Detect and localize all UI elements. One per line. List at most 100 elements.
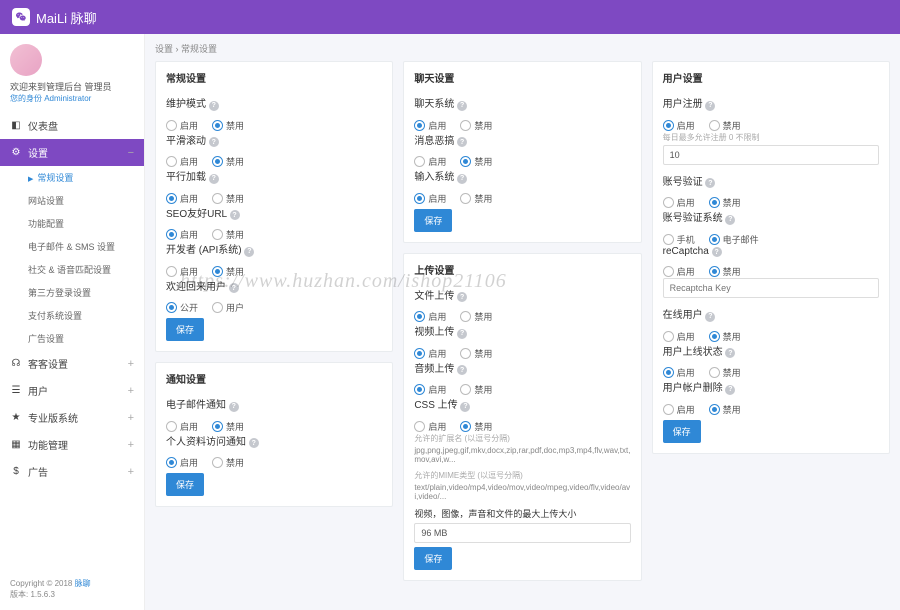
radio-on[interactable]: 启用 bbox=[663, 119, 695, 132]
help-icon[interactable]: ? bbox=[725, 348, 735, 358]
user-block: 欢迎来到管理后台 管理员 您的身份 Administrator bbox=[0, 34, 144, 112]
radio-off[interactable]: 用户 bbox=[212, 301, 244, 314]
subnav-general[interactable]: 常规设置 bbox=[0, 166, 144, 189]
help-icon[interactable]: ? bbox=[457, 365, 467, 375]
help-icon[interactable]: ? bbox=[229, 283, 239, 293]
help-icon[interactable]: ? bbox=[457, 329, 467, 339]
limit-input[interactable] bbox=[663, 145, 879, 165]
radio-on[interactable]: 启用 bbox=[663, 403, 695, 416]
radio-on[interactable]: 手机 bbox=[663, 233, 695, 246]
radio-on[interactable]: 启用 bbox=[663, 196, 695, 209]
upload-size-select[interactable]: 96 MB bbox=[414, 523, 630, 543]
save-button[interactable]: 保存 bbox=[414, 547, 452, 570]
radio-on[interactable]: 启用 bbox=[414, 119, 446, 132]
radio-off[interactable]: 禁用 bbox=[709, 265, 741, 278]
setting-row: 视频上传 ? bbox=[414, 323, 630, 339]
help-icon[interactable]: ? bbox=[457, 101, 467, 111]
nav-label: 客客设置 bbox=[28, 356, 68, 371]
help-icon[interactable]: ? bbox=[712, 247, 722, 257]
radio-on[interactable]: 启用 bbox=[663, 366, 695, 379]
radio-off[interactable]: 禁用 bbox=[460, 420, 492, 433]
help-icon[interactable]: ? bbox=[457, 137, 467, 147]
subnav-feature[interactable]: 功能配置 bbox=[0, 212, 144, 235]
radio-off[interactable]: 电子邮件 bbox=[709, 233, 759, 246]
radio-off[interactable]: 禁用 bbox=[709, 330, 741, 343]
radio-off[interactable]: 禁用 bbox=[212, 456, 244, 469]
radio-on[interactable]: 启用 bbox=[663, 265, 695, 278]
radio-off[interactable]: 禁用 bbox=[709, 366, 741, 379]
radio-off[interactable]: 禁用 bbox=[212, 119, 244, 132]
radio-off[interactable]: 禁用 bbox=[212, 192, 244, 205]
radio-on[interactable]: 启用 bbox=[166, 420, 198, 433]
save-button[interactable]: 保存 bbox=[414, 209, 452, 232]
radio-off[interactable]: 禁用 bbox=[460, 192, 492, 205]
help-icon[interactable]: ? bbox=[725, 215, 735, 225]
radio-on[interactable]: 启用 bbox=[166, 192, 198, 205]
radio-off[interactable]: 禁用 bbox=[460, 347, 492, 360]
setting-row: 用户帐户删除 ? bbox=[663, 379, 879, 395]
radio-on[interactable]: 启用 bbox=[414, 310, 446, 323]
nav-ads[interactable]: $ 广告 + bbox=[0, 458, 144, 485]
radio-on[interactable]: 启用 bbox=[414, 420, 446, 433]
save-button[interactable]: 保存 bbox=[166, 318, 204, 341]
radio-off[interactable]: 禁用 bbox=[709, 119, 741, 132]
setting-row: reCaptcha ? bbox=[663, 246, 879, 258]
radio-off[interactable]: 禁用 bbox=[460, 119, 492, 132]
brand-link[interactable]: 脉聊 bbox=[75, 579, 91, 588]
help-icon[interactable]: ? bbox=[230, 210, 240, 220]
help-icon[interactable]: ? bbox=[457, 174, 467, 184]
radio-on[interactable]: 启用 bbox=[414, 347, 446, 360]
subnav-site[interactable]: 网站设置 bbox=[0, 189, 144, 212]
help-icon[interactable]: ? bbox=[460, 402, 470, 412]
sidebar-footer: Copyright © 2018 脉聊 版本: 1.5.6.3 bbox=[0, 568, 144, 610]
radio-off[interactable]: 禁用 bbox=[212, 420, 244, 433]
radio-on[interactable]: 启用 bbox=[166, 265, 198, 278]
help-icon[interactable]: ? bbox=[705, 312, 715, 322]
save-button[interactable]: 保存 bbox=[166, 473, 204, 496]
radio-off[interactable]: 禁用 bbox=[212, 228, 244, 241]
help-icon[interactable]: ? bbox=[244, 247, 254, 257]
radio-off[interactable]: 禁用 bbox=[460, 310, 492, 323]
setting-row: 个人资料访问通知 ? bbox=[166, 433, 382, 449]
help-icon[interactable]: ? bbox=[457, 292, 467, 302]
radio-off[interactable]: 禁用 bbox=[460, 383, 492, 396]
help-icon[interactable]: ? bbox=[229, 402, 239, 412]
nav-pro[interactable]: ★ 专业版系统 + bbox=[0, 404, 144, 431]
radio-off[interactable]: 禁用 bbox=[212, 265, 244, 278]
radio-off[interactable]: 禁用 bbox=[709, 403, 741, 416]
help-icon[interactable]: ? bbox=[209, 137, 219, 147]
subnav-social[interactable]: 社交 & 语音匹配设置 bbox=[0, 258, 144, 281]
avatar[interactable] bbox=[10, 44, 42, 76]
nav-settings[interactable]: ⚙ 设置 − bbox=[0, 139, 144, 166]
nav-users[interactable]: ☰ 用户 + bbox=[0, 377, 144, 404]
nav-func[interactable]: ▦ 功能管理 + bbox=[0, 431, 144, 458]
nav-label: 用户 bbox=[28, 383, 48, 398]
help-icon[interactable]: ? bbox=[705, 178, 715, 188]
nav-label: 功能管理 bbox=[28, 437, 68, 452]
save-button[interactable]: 保存 bbox=[663, 420, 701, 443]
radio-off[interactable]: 禁用 bbox=[212, 155, 244, 168]
radio-on[interactable]: 公开 bbox=[166, 301, 198, 314]
recaptcha-key-input[interactable] bbox=[663, 278, 879, 298]
radio-off[interactable]: 禁用 bbox=[709, 196, 741, 209]
subnav-login[interactable]: 第三方登录设置 bbox=[0, 281, 144, 304]
nav-customer[interactable]: ☊ 客客设置 + bbox=[0, 350, 144, 377]
radio-on[interactable]: 启用 bbox=[166, 119, 198, 132]
help-icon[interactable]: ? bbox=[209, 174, 219, 184]
radio-on[interactable]: 启用 bbox=[414, 192, 446, 205]
help-icon[interactable]: ? bbox=[705, 101, 715, 111]
radio-on[interactable]: 启用 bbox=[166, 155, 198, 168]
help-icon[interactable]: ? bbox=[249, 438, 259, 448]
subnav-email-sms[interactable]: 电子邮件 & SMS 设置 bbox=[0, 235, 144, 258]
help-icon[interactable]: ? bbox=[209, 101, 219, 111]
subnav-payment[interactable]: 支付系统设置 bbox=[0, 304, 144, 327]
help-icon[interactable]: ? bbox=[725, 385, 735, 395]
radio-off[interactable]: 禁用 bbox=[460, 155, 492, 168]
radio-on[interactable]: 启用 bbox=[414, 155, 446, 168]
radio-on[interactable]: 启用 bbox=[663, 330, 695, 343]
subnav-ads[interactable]: 广告设置 bbox=[0, 327, 144, 350]
radio-on[interactable]: 启用 bbox=[166, 456, 198, 469]
radio-on[interactable]: 启用 bbox=[414, 383, 446, 396]
nav-dashboard[interactable]: ◧ 仪表盘 bbox=[0, 112, 144, 139]
radio-on[interactable]: 启用 bbox=[166, 228, 198, 241]
